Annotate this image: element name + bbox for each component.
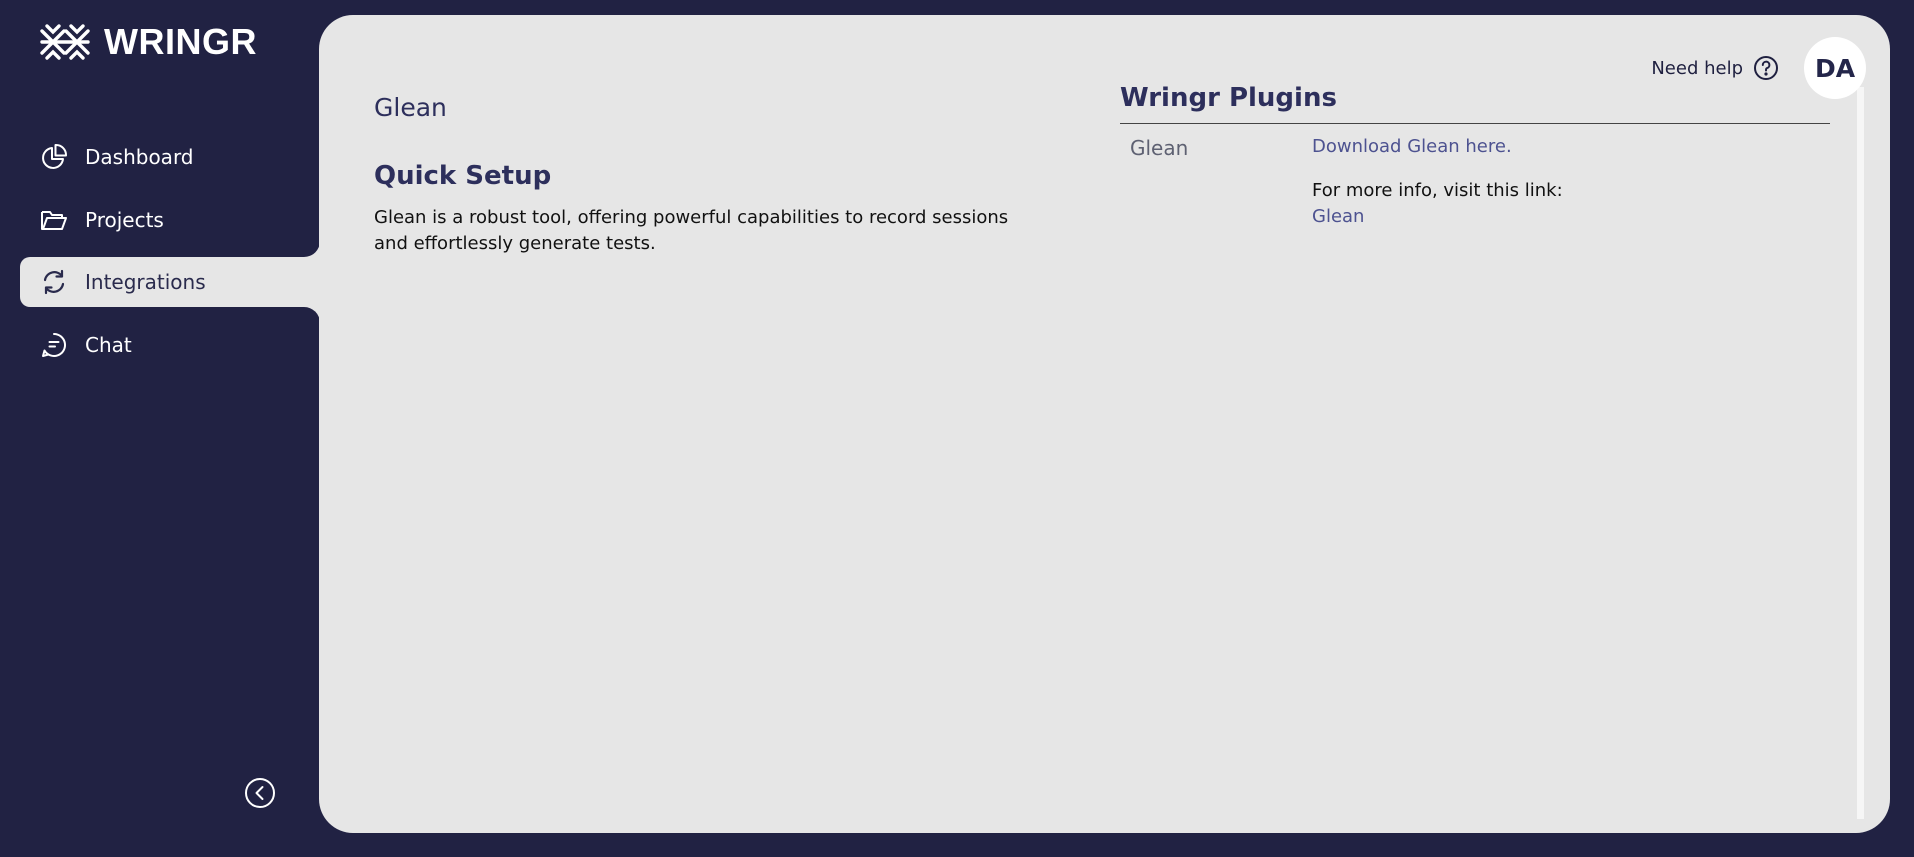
quick-setup-heading: Quick Setup <box>374 161 552 191</box>
download-glean-link[interactable]: Download Glean here. <box>1312 136 1563 157</box>
sidebar-item-label: Chat <box>85 333 132 358</box>
need-help-button[interactable]: Need help <box>1651 54 1780 82</box>
sidebar-nav: Dashboard Projects Integrations Chat <box>20 132 320 383</box>
plugins-section: Wringr Plugins Glean Download Glean here… <box>1120 83 1830 227</box>
integration-description: Glean is a robust tool, offering powerfu… <box>374 207 1009 254</box>
question-circle-icon <box>1754 56 1778 80</box>
pie-chart-icon <box>40 143 68 171</box>
sidebar-item-dashboard[interactable]: Dashboard <box>20 132 320 182</box>
plugin-row: Glean Download Glean here. For more info… <box>1120 136 1830 227</box>
integration-details: Glean Quick Setup Glean is a robust tool… <box>374 93 1054 257</box>
app-name: WRINGR <box>104 21 257 62</box>
plugin-name: Glean <box>1130 136 1189 160</box>
page-title: Glean <box>374 93 447 122</box>
chevron-left-circle-icon <box>245 778 275 808</box>
chat-bubble-icon <box>40 331 68 359</box>
main-panel: Need help DA Glean Quick Setup Glean is … <box>319 15 1890 833</box>
app-window: WRINGR Dashboard Projects Integrations C… <box>0 0 1914 857</box>
sidebar-item-label: Integrations <box>85 270 206 295</box>
plugins-heading: Wringr Plugins <box>1120 83 1830 124</box>
collapse-sidebar-button[interactable] <box>244 777 276 809</box>
wringr-logo-icon <box>40 24 90 60</box>
refresh-icon <box>40 268 68 296</box>
folder-icon <box>40 206 68 234</box>
plugin-info: Download Glean here. For more info, visi… <box>1312 136 1563 227</box>
scrollbar[interactable] <box>1857 87 1864 819</box>
sidebar-item-chat[interactable]: Chat <box>20 320 320 370</box>
sidebar-item-label: Dashboard <box>85 145 194 169</box>
more-info-label: For more info, visit this link: <box>1312 180 1563 201</box>
sidebar-item-projects[interactable]: Projects <box>20 195 320 245</box>
logo[interactable]: WRINGR <box>38 20 257 64</box>
sidebar: WRINGR Dashboard Projects Integrations C… <box>0 0 320 857</box>
sidebar-item-integrations[interactable]: Integrations <box>20 257 320 308</box>
glean-info-link[interactable]: Glean <box>1312 206 1563 227</box>
sidebar-item-label: Projects <box>85 207 164 232</box>
need-help-label: Need help <box>1651 57 1743 79</box>
